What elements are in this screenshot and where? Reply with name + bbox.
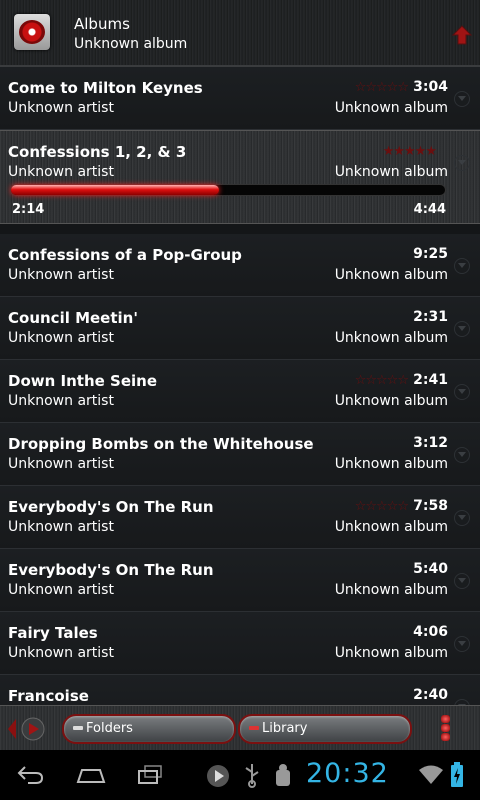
track-title: Dropping Bombs on the Whitehouse [8,435,314,453]
track-album: Unknown album [334,100,448,116]
track-duration: 3:04 [413,79,448,95]
total-time: 4:44 [413,202,446,217]
rating-stars[interactable]: ☆☆☆☆☆ [355,373,409,388]
track-title: Come to Milton Keynes [8,79,203,97]
track-title: Francoise [8,687,89,705]
track-artist: Unknown artist [8,164,114,180]
track-row[interactable]: Come to Milton Keynes Unknown artist ☆☆☆… [0,67,480,130]
track-artist: Unknown artist [8,330,114,346]
track-album: Unknown album [334,393,448,409]
track-title: Council Meetin' [8,309,138,327]
track-row-playing[interactable]: Confessions 1, 2, & 3 Unknown artist ★★★… [0,130,480,224]
bottom-bar: Folders Library [0,705,480,751]
track-title: Everybody's On The Run [8,498,214,516]
library-button[interactable]: Library [238,714,412,744]
track-row[interactable]: Everybody's On The Run Unknown artist 5:… [0,549,480,612]
track-row[interactable]: Everybody's On The Run Unknown artist ☆☆… [0,486,480,549]
back-icon[interactable] [16,764,44,786]
track-duration: 2:41 [413,372,448,388]
track-album: Unknown album [334,330,448,346]
album-art[interactable] [14,14,50,50]
track-duration: 3:12 [413,435,448,451]
play-icon[interactable] [206,764,230,788]
chevron-down-icon[interactable] [454,155,470,171]
track-artist: Unknown artist [8,456,114,472]
track-duration: 2:40 [413,687,448,703]
chevron-down-icon[interactable] [454,510,470,526]
track-artist: Unknown artist [8,267,114,283]
usb-icon [245,764,259,788]
system-navigation-bar: 20:32 [0,750,480,800]
track-duration: 2:31 [413,309,448,325]
track-artist: Unknown artist [8,393,114,409]
header: Albums Unknown album [0,0,480,67]
play-back-icon[interactable] [6,715,46,743]
chevron-down-icon[interactable] [454,447,470,463]
track-row[interactable]: Fairy Tales Unknown artist 4:06 Unknown … [0,612,480,675]
track-title: Confessions of a Pop-Group [8,246,242,264]
clock: 20:32 [306,758,389,789]
overflow-menu-icon[interactable] [438,714,452,744]
track-album: Unknown album [334,645,448,661]
rating-stars[interactable]: ★★★★★ [383,144,437,159]
recent-apps-icon[interactable] [136,764,164,786]
track-album: Unknown album [334,164,448,180]
track-album: Unknown album [334,456,448,472]
track-duration: 7:58 [413,498,448,514]
track-duration: 9:25 [413,246,448,262]
progress-fill [11,185,220,195]
header-title: Albums [74,15,130,33]
elapsed-time: 2:14 [12,202,45,217]
track-row[interactable]: Down Inthe Seine Unknown artist ☆☆☆☆☆ 2:… [0,360,480,423]
battery-charging-icon [451,762,463,787]
chevron-down-icon[interactable] [454,321,470,337]
track-list[interactable]: Come to Milton Keynes Unknown artist ☆☆☆… [0,67,480,705]
folders-label: Folders [86,721,133,736]
chevron-down-icon[interactable] [454,573,470,589]
track-artist: Unknown artist [8,100,114,116]
progress-bar[interactable] [10,184,446,196]
track-duration: 5:40 [413,561,448,577]
chevron-down-icon[interactable] [454,258,470,274]
wifi-icon [419,765,443,784]
track-artist: Unknown artist [8,582,114,598]
rating-stars[interactable]: ☆☆☆☆☆ [355,80,409,95]
track-duration: 4:06 [413,624,448,640]
home-icon[interactable] [76,766,106,784]
folders-button[interactable]: Folders [62,714,236,744]
track-row[interactable]: Dropping Bombs on the Whitehouse Unknown… [0,423,480,486]
track-title: Fairy Tales [8,624,98,642]
track-title: Everybody's On The Run [8,561,214,579]
track-title: Confessions 1, 2, & 3 [8,143,187,161]
folder-icon [73,726,83,730]
track-album: Unknown album [334,519,448,535]
track-title: Down Inthe Seine [8,372,157,390]
chevron-down-icon[interactable] [454,636,470,652]
track-artist: Unknown artist [8,645,114,661]
up-arrow-icon[interactable] [452,24,472,46]
track-album: Unknown album [334,267,448,283]
rating-stars[interactable]: ☆☆☆☆☆ [355,499,409,514]
library-label: Library [262,721,308,736]
track-row[interactable]: Francoise 2:40 [0,675,480,705]
chevron-down-icon[interactable] [454,91,470,107]
library-icon [249,726,259,730]
header-subtitle: Unknown album [74,36,188,52]
track-album: Unknown album [334,582,448,598]
disc-icon [19,20,45,44]
track-row[interactable]: Council Meetin' Unknown artist 2:31 Unkn… [0,297,480,360]
track-row[interactable]: Confessions of a Pop-Group Unknown artis… [0,234,480,297]
track-artist: Unknown artist [8,519,114,535]
debug-icon [276,764,290,786]
chevron-down-icon[interactable] [454,384,470,400]
